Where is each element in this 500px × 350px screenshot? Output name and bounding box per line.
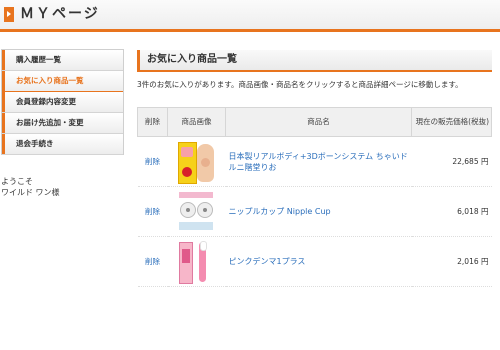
delete-link[interactable]: 削除 [145, 207, 160, 216]
product-body-image [196, 143, 214, 182]
header-delete: 削除 [137, 107, 168, 137]
header-price: 現在の販売価格(税抜) [411, 107, 492, 137]
sidebar-item-withdraw[interactable]: 退会手続き [2, 134, 123, 155]
sidebar-item-favorites[interactable]: お気に入り商品一覧 [2, 71, 123, 92]
section-header: お気に入り商品一覧 [137, 50, 492, 72]
welcome-greeting: ようこそ [1, 177, 33, 186]
table-row: 削除 ピンクデンマ1プラス 2,016 円 [137, 236, 492, 287]
favorites-notice: 3件のお気に入りがあります。商品画像・商品名をクリックすると商品詳細ページに移動… [137, 80, 463, 89]
product-price: 6,018 円 [457, 207, 489, 216]
page-title: ＭＹページ [20, 6, 100, 22]
product-image[interactable] [177, 140, 217, 184]
page-header: ＭＹページ [0, 0, 500, 32]
product-cup-image [196, 201, 213, 218]
product-price: 22,685 円 [452, 157, 489, 166]
header-image: 商品画像 [167, 107, 226, 137]
product-package-base [178, 221, 213, 230]
product-name-link[interactable]: ニップルカップ Nipple Cup [229, 207, 331, 216]
table-row: 削除 ニップルカップ Nipple Cup 6,018 円 [137, 186, 492, 237]
table-header-row: 削除 商品画像 商品名 現在の販売価格(税抜) [137, 107, 492, 137]
product-device-image [198, 240, 207, 282]
delete-link[interactable]: 削除 [145, 157, 160, 166]
product-box-image [177, 141, 197, 184]
product-package-image [178, 241, 193, 284]
table-row: 削除 日本製リアルボディ+3Dボーンシステム ちゃいドルニ階堂りお 22,685… [137, 136, 492, 187]
welcome-username: ワイルド ワン様 [1, 188, 60, 197]
product-name-link[interactable]: ピンクデンマ1プラス [229, 257, 306, 266]
favorites-table: 削除 商品画像 商品名 現在の販売価格(税抜) 削除 日本製リアルボディ+3Dボ… [137, 107, 492, 287]
header-name: 商品名 [225, 107, 412, 137]
product-cup-image [179, 201, 196, 218]
sidebar-item-delivery-address[interactable]: お届け先追加・変更 [2, 113, 123, 134]
product-name-link[interactable]: 日本製リアルボディ+3Dボーンシステム ちゃいドルニ階堂りお [229, 152, 408, 172]
sidebar-nav: 購入履歴一覧 お気に入り商品一覧 会員登録内容変更 お届け先追加・変更 退会手続… [1, 49, 124, 155]
welcome-message: ようこそ ワイルド ワン様 [1, 176, 60, 198]
product-price: 2,016 円 [457, 257, 489, 266]
product-image[interactable] [177, 190, 217, 234]
section-title: お気に入り商品一覧 [147, 54, 237, 65]
sidebar-item-purchase-history[interactable]: 購入履歴一覧 [2, 50, 123, 71]
sidebar-item-member-info[interactable]: 会員登録内容変更 [2, 92, 123, 113]
product-package-stripe [178, 191, 213, 198]
product-image[interactable] [177, 240, 217, 284]
title-marker-icon [4, 7, 14, 22]
delete-link[interactable]: 削除 [145, 257, 160, 266]
